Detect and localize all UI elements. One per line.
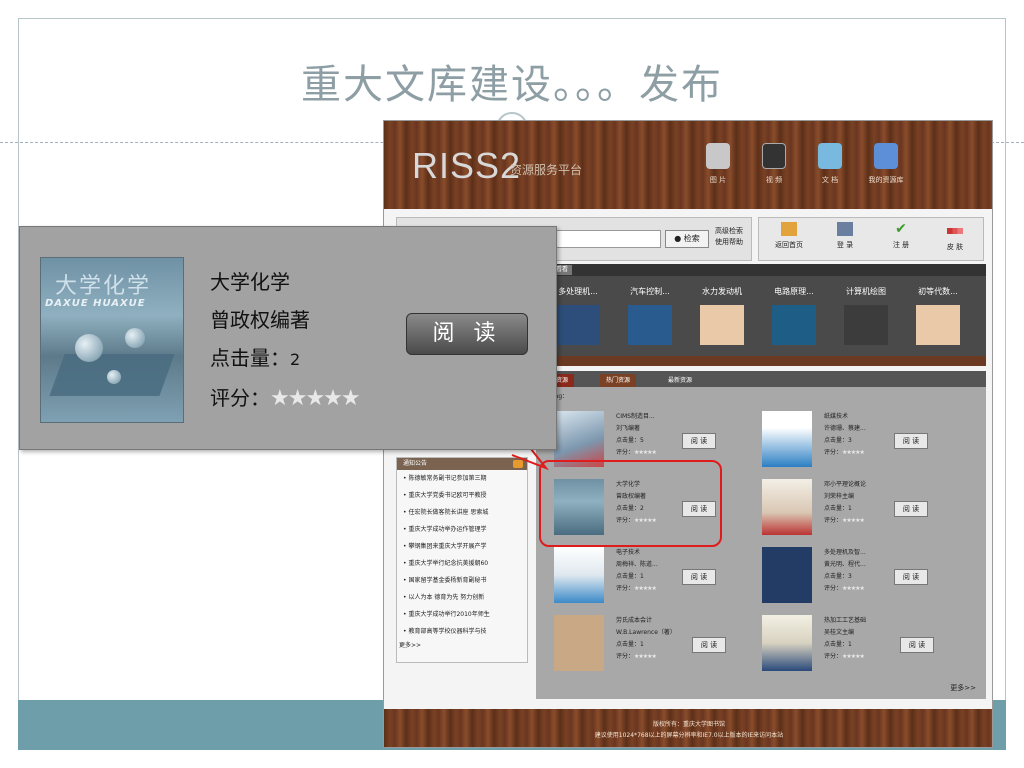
zoom-book-cover[interactable]: 大学化学 DAXUE HUAXUE <box>40 257 184 423</box>
cover-title: 大学化学 <box>55 274 152 299</box>
cover-sphere <box>125 328 145 348</box>
zoom-book-title: 大学化学 <box>210 270 290 294</box>
highlight-box <box>539 460 722 547</box>
cover-pinyin: DAXUE HUAXUE <box>45 298 146 309</box>
zoom-book-rating: 评分：★★★★★ <box>210 386 361 411</box>
rating-stars: ★★★★★ <box>270 386 361 411</box>
zoom-book-clicks: 点击量：2 <box>210 346 301 370</box>
cover-sphere <box>107 370 121 384</box>
zoom-detail-panel: 大学化学 DAXUE HUAXUE 大学化学 曾政权编著 点击量：2 评分：★★… <box>19 226 557 450</box>
cover-sphere <box>75 334 103 362</box>
zoom-book-author: 曾政权编著 <box>210 308 310 332</box>
zoom-read-button[interactable]: 阅 读 <box>406 313 528 355</box>
zoom-book-meta: 大学化学 曾政权编著 点击量：2 评分：★★★★★ <box>210 263 361 418</box>
